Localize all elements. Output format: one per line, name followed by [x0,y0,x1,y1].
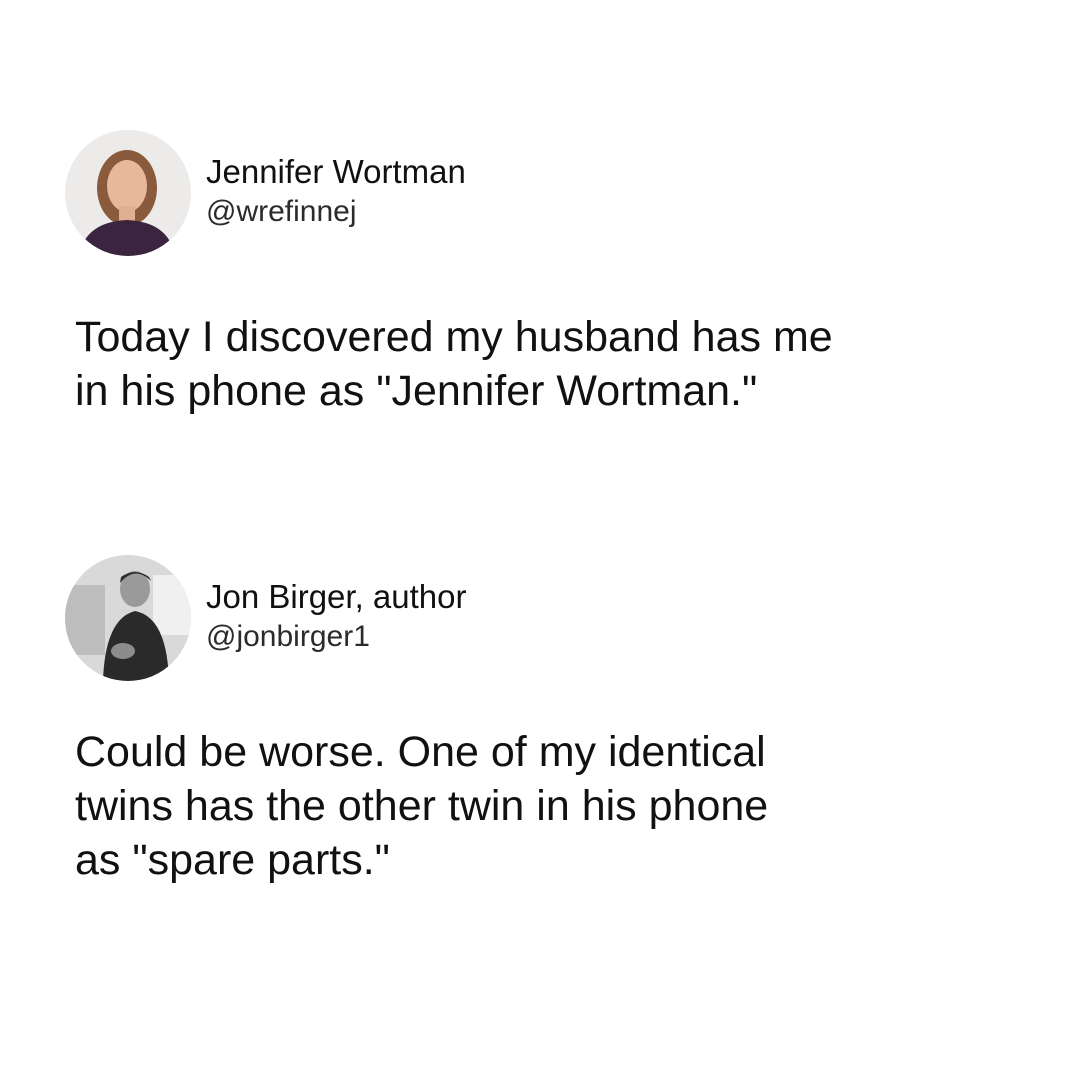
tweet-jon-birger: Jon Birger, author @jonbirger1 Could be … [0,555,1080,884]
display-name[interactable]: Jon Birger, author [206,577,467,617]
tweet-text: Today I discovered my husband has me in … [75,310,1035,418]
display-name[interactable]: Jennifer Wortman [206,152,466,192]
tweet-header: Jennifer Wortman @wrefinnej [0,130,1080,260]
tweet-text-line: in his phone as "Jennifer Wortman." [75,367,758,415]
tweet-header: Jon Birger, author @jonbirger1 [0,555,1080,685]
user-handle[interactable]: @jonbirger1 [206,617,467,657]
tweet-text-line: Today I discovered my husband has me [75,313,833,361]
tweet-text: Could be worse. One of my identical twin… [75,725,1035,887]
person-portrait-avatar-icon [65,130,191,256]
tweet-text-line: Could be worse. One of my identical [75,728,766,776]
avatar[interactable] [65,555,191,681]
tweet-jennifer-wortman: Jennifer Wortman @wrefinnej Today I disc… [0,130,1080,415]
tweet-text-line: as "spare parts." [75,836,390,884]
user-handle[interactable]: @wrefinnej [206,192,466,232]
person-portrait-avatar-icon [65,555,191,681]
author-info: Jon Birger, author @jonbirger1 [206,577,467,657]
author-info: Jennifer Wortman @wrefinnej [206,152,466,232]
tweet-text-line: twins has the other twin in his phone [75,782,769,830]
avatar[interactable] [65,130,191,256]
